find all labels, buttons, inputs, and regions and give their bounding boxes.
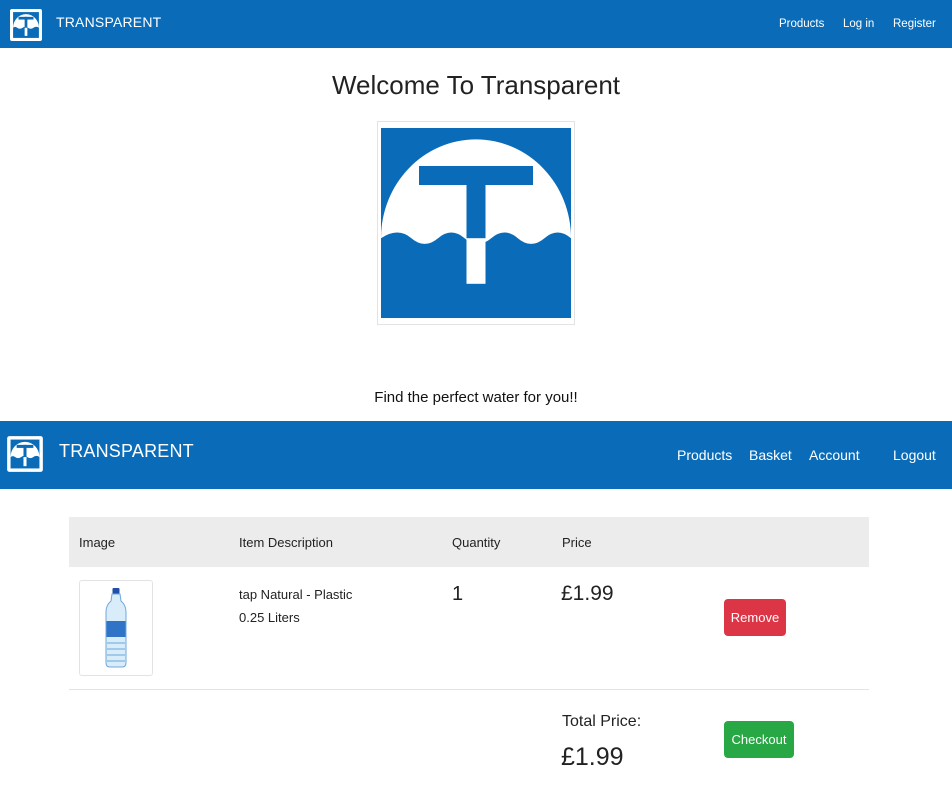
nav-login-link[interactable]: Log in [843,18,874,30]
tagline: Find the perfect water for you!! [374,389,578,406]
nav-basket-link[interactable]: Basket [749,447,792,463]
checkout-button[interactable]: Checkout [724,721,794,758]
header-item-description: Item Description [239,535,333,550]
item-volume: 0.25 Liters [239,610,300,625]
top-navbar: TRANSPARENT Products Log in Register [0,0,952,48]
brand-name[interactable]: TRANSPARENT [56,14,161,30]
total-price-value: £1.99 [561,743,624,771]
brand-logo-icon[interactable] [6,433,44,475]
basket-navbar: TRANSPARENT Products Basket Account Logo… [0,421,952,489]
item-quantity: 1 [452,583,464,605]
remove-button[interactable]: Remove [724,599,786,636]
header-price: Price [562,535,592,550]
hero-logo-frame [377,121,575,325]
total-price-label: Total Price: [562,713,642,730]
basket-table-header: Image Item Description Quantity Price [69,517,869,567]
welcome-heading: Welcome To Transparent [331,70,621,100]
item-price: £1.99 [561,582,614,605]
umbrella-t-logo-icon [381,125,571,321]
item-description: tap Natural - Plastic 0.25 Liters [239,583,352,629]
nav-register-link[interactable]: Register [893,18,936,30]
nav-account-link[interactable]: Account [809,447,860,463]
brand-logo-icon[interactable] [9,8,43,42]
nav-products-link[interactable]: Products [677,447,732,463]
water-bottle-icon [105,588,127,668]
nav-products-link[interactable]: Products [779,18,824,30]
header-quantity: Quantity [452,535,501,550]
brand-name[interactable]: TRANSPARENT [59,441,194,462]
product-thumbnail[interactable] [79,580,153,676]
nav-logout-link[interactable]: Logout [893,447,936,463]
item-name: tap Natural - Plastic [239,587,353,602]
header-image: Image [79,535,116,550]
row-divider [69,689,869,690]
